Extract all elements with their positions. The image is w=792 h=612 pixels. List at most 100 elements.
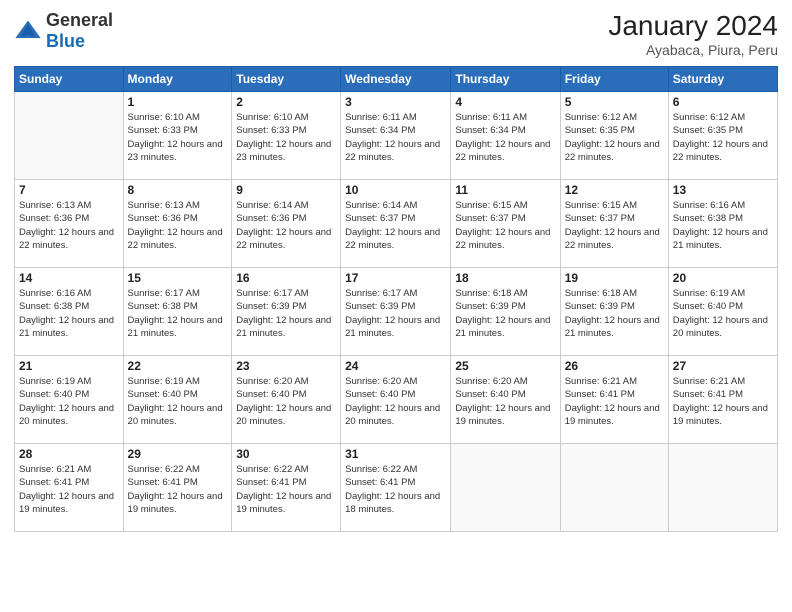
calendar-cell: 14 Sunrise: 6:16 AMSunset: 6:38 PMDayligh… [15, 268, 124, 356]
day-info: Sunrise: 6:17 AMSunset: 6:39 PMDaylight:… [236, 287, 336, 340]
title-block: January 2024 Ayabaca, Piura, Peru [608, 10, 778, 58]
day-info: Sunrise: 6:11 AMSunset: 6:34 PMDaylight:… [345, 111, 446, 164]
day-number: 28 [19, 447, 119, 461]
day-info: Sunrise: 6:21 AMSunset: 6:41 PMDaylight:… [673, 375, 773, 428]
day-number: 24 [345, 359, 446, 373]
day-number: 10 [345, 183, 446, 197]
day-number: 23 [236, 359, 336, 373]
calendar-cell: 29Sunrise: 6:22 AMSunset: 6:41 PMDayligh… [123, 444, 232, 532]
calendar-cell: 10 Sunrise: 6:14 AMSunset: 6:37 PMDayligh… [341, 180, 451, 268]
day-info: Sunrise: 6:19 AMSunset: 6:40 PMDaylight:… [19, 375, 119, 428]
day-info: Sunrise: 6:16 AMSunset: 6:38 PMDaylight:… [19, 287, 119, 340]
logo-blue: Blue [46, 31, 85, 51]
day-info: Sunrise: 6:13 AMSunset: 6:36 PMDaylight:… [19, 199, 119, 252]
day-info: Sunrise: 6:20 AMSunset: 6:40 PMDaylight:… [345, 375, 446, 428]
col-saturday: Saturday [668, 67, 777, 92]
day-number: 13 [673, 183, 773, 197]
day-info: Sunrise: 6:21 AMSunset: 6:41 PMDaylight:… [565, 375, 664, 428]
day-info: Sunrise: 6:20 AMSunset: 6:40 PMDaylight:… [236, 375, 336, 428]
day-number: 19 [565, 271, 664, 285]
day-info: Sunrise: 6:20 AMSunset: 6:40 PMDaylight:… [455, 375, 555, 428]
calendar-cell: 23 Sunrise: 6:20 AMSunset: 6:40 PMDayligh… [232, 356, 341, 444]
calendar-week-4: 28 Sunrise: 6:21 AMSunset: 6:41 PMDayligh… [15, 444, 778, 532]
calendar-cell [668, 444, 777, 532]
calendar-cell: 11Sunrise: 6:15 AMSunset: 6:37 PMDayligh… [451, 180, 560, 268]
location: Ayabaca, Piura, Peru [608, 42, 778, 58]
col-sunday: Sunday [15, 67, 124, 92]
calendar-cell: 13 Sunrise: 6:16 AMSunset: 6:38 PMDayligh… [668, 180, 777, 268]
calendar-cell: 16 Sunrise: 6:17 AMSunset: 6:39 PMDayligh… [232, 268, 341, 356]
calendar-table: Sunday Monday Tuesday Wednesday Thursday… [14, 66, 778, 532]
day-info: Sunrise: 6:11 AMSunset: 6:34 PMDaylight:… [455, 111, 555, 164]
calendar-cell: 19Sunrise: 6:18 AMSunset: 6:39 PMDayligh… [560, 268, 668, 356]
day-info: Sunrise: 6:12 AMSunset: 6:35 PMDaylight:… [673, 111, 773, 164]
day-number: 30 [236, 447, 336, 461]
day-number: 4 [455, 95, 555, 109]
logo: General Blue [14, 10, 113, 52]
calendar-cell [560, 444, 668, 532]
calendar-cell: 27 Sunrise: 6:21 AMSunset: 6:41 PMDayligh… [668, 356, 777, 444]
day-number: 12 [565, 183, 664, 197]
logo-icon [14, 17, 42, 45]
day-info: Sunrise: 6:22 AMSunset: 6:41 PMDaylight:… [345, 463, 446, 516]
col-wednesday: Wednesday [341, 67, 451, 92]
col-thursday: Thursday [451, 67, 560, 92]
calendar-body: 1 Sunrise: 6:10 AMSunset: 6:33 PMDaylight… [15, 92, 778, 532]
day-info: Sunrise: 6:21 AMSunset: 6:41 PMDaylight:… [19, 463, 119, 516]
day-number: 31 [345, 447, 446, 461]
calendar-cell: 30 Sunrise: 6:22 AMSunset: 6:41 PMDayligh… [232, 444, 341, 532]
col-monday: Monday [123, 67, 232, 92]
day-number: 16 [236, 271, 336, 285]
day-info: Sunrise: 6:22 AMSunset: 6:41 PMDaylight:… [128, 463, 228, 516]
calendar-cell: 9 Sunrise: 6:14 AMSunset: 6:36 PMDaylight… [232, 180, 341, 268]
day-number: 27 [673, 359, 773, 373]
day-info: Sunrise: 6:10 AMSunset: 6:33 PMDaylight:… [128, 111, 228, 164]
calendar-cell: 21Sunrise: 6:19 AMSunset: 6:40 PMDayligh… [15, 356, 124, 444]
day-number: 8 [128, 183, 228, 197]
calendar-cell: 12Sunrise: 6:15 AMSunset: 6:37 PMDayligh… [560, 180, 668, 268]
day-number: 2 [236, 95, 336, 109]
day-number: 11 [455, 183, 555, 197]
header-row: Sunday Monday Tuesday Wednesday Thursday… [15, 67, 778, 92]
calendar-week-1: 7Sunrise: 6:13 AMSunset: 6:36 PMDaylight… [15, 180, 778, 268]
day-number: 18 [455, 271, 555, 285]
day-info: Sunrise: 6:22 AMSunset: 6:41 PMDaylight:… [236, 463, 336, 516]
day-number: 9 [236, 183, 336, 197]
day-info: Sunrise: 6:17 AMSunset: 6:39 PMDaylight:… [345, 287, 446, 340]
day-info: Sunrise: 6:13 AMSunset: 6:36 PMDaylight:… [128, 199, 228, 252]
calendar-week-2: 14 Sunrise: 6:16 AMSunset: 6:38 PMDayligh… [15, 268, 778, 356]
day-info: Sunrise: 6:14 AMSunset: 6:36 PMDaylight:… [236, 199, 336, 252]
col-friday: Friday [560, 67, 668, 92]
calendar-cell: 5Sunrise: 6:12 AMSunset: 6:35 PMDaylight… [560, 92, 668, 180]
day-info: Sunrise: 6:18 AMSunset: 6:39 PMDaylight:… [455, 287, 555, 340]
calendar-cell: 31 Sunrise: 6:22 AMSunset: 6:41 PMDayligh… [341, 444, 451, 532]
calendar-cell: 26Sunrise: 6:21 AMSunset: 6:41 PMDayligh… [560, 356, 668, 444]
day-info: Sunrise: 6:14 AMSunset: 6:37 PMDaylight:… [345, 199, 446, 252]
calendar-cell: 18 Sunrise: 6:18 AMSunset: 6:39 PMDayligh… [451, 268, 560, 356]
calendar-week-0: 1 Sunrise: 6:10 AMSunset: 6:33 PMDaylight… [15, 92, 778, 180]
day-number: 15 [128, 271, 228, 285]
month-year: January 2024 [608, 10, 778, 42]
day-number: 3 [345, 95, 446, 109]
day-number: 6 [673, 95, 773, 109]
day-info: Sunrise: 6:12 AMSunset: 6:35 PMDaylight:… [565, 111, 664, 164]
calendar-cell: 28 Sunrise: 6:21 AMSunset: 6:41 PMDayligh… [15, 444, 124, 532]
day-number: 17 [345, 271, 446, 285]
col-tuesday: Tuesday [232, 67, 341, 92]
calendar-header: Sunday Monday Tuesday Wednesday Thursday… [15, 67, 778, 92]
calendar-cell: 4 Sunrise: 6:11 AMSunset: 6:34 PMDaylight… [451, 92, 560, 180]
calendar-cell: 15 Sunrise: 6:17 AMSunset: 6:38 PMDayligh… [123, 268, 232, 356]
calendar-week-3: 21Sunrise: 6:19 AMSunset: 6:40 PMDayligh… [15, 356, 778, 444]
calendar-cell: 17 Sunrise: 6:17 AMSunset: 6:39 PMDayligh… [341, 268, 451, 356]
day-info: Sunrise: 6:19 AMSunset: 6:40 PMDaylight:… [128, 375, 228, 428]
calendar-cell: 3 Sunrise: 6:11 AMSunset: 6:34 PMDaylight… [341, 92, 451, 180]
day-number: 20 [673, 271, 773, 285]
day-info: Sunrise: 6:17 AMSunset: 6:38 PMDaylight:… [128, 287, 228, 340]
day-number: 1 [128, 95, 228, 109]
calendar-cell: 22Sunrise: 6:19 AMSunset: 6:40 PMDayligh… [123, 356, 232, 444]
header: General Blue January 2024 Ayabaca, Piura… [14, 10, 778, 58]
day-info: Sunrise: 6:10 AMSunset: 6:33 PMDaylight:… [236, 111, 336, 164]
day-info: Sunrise: 6:16 AMSunset: 6:38 PMDaylight:… [673, 199, 773, 252]
day-number: 14 [19, 271, 119, 285]
calendar-cell: 6 Sunrise: 6:12 AMSunset: 6:35 PMDaylight… [668, 92, 777, 180]
